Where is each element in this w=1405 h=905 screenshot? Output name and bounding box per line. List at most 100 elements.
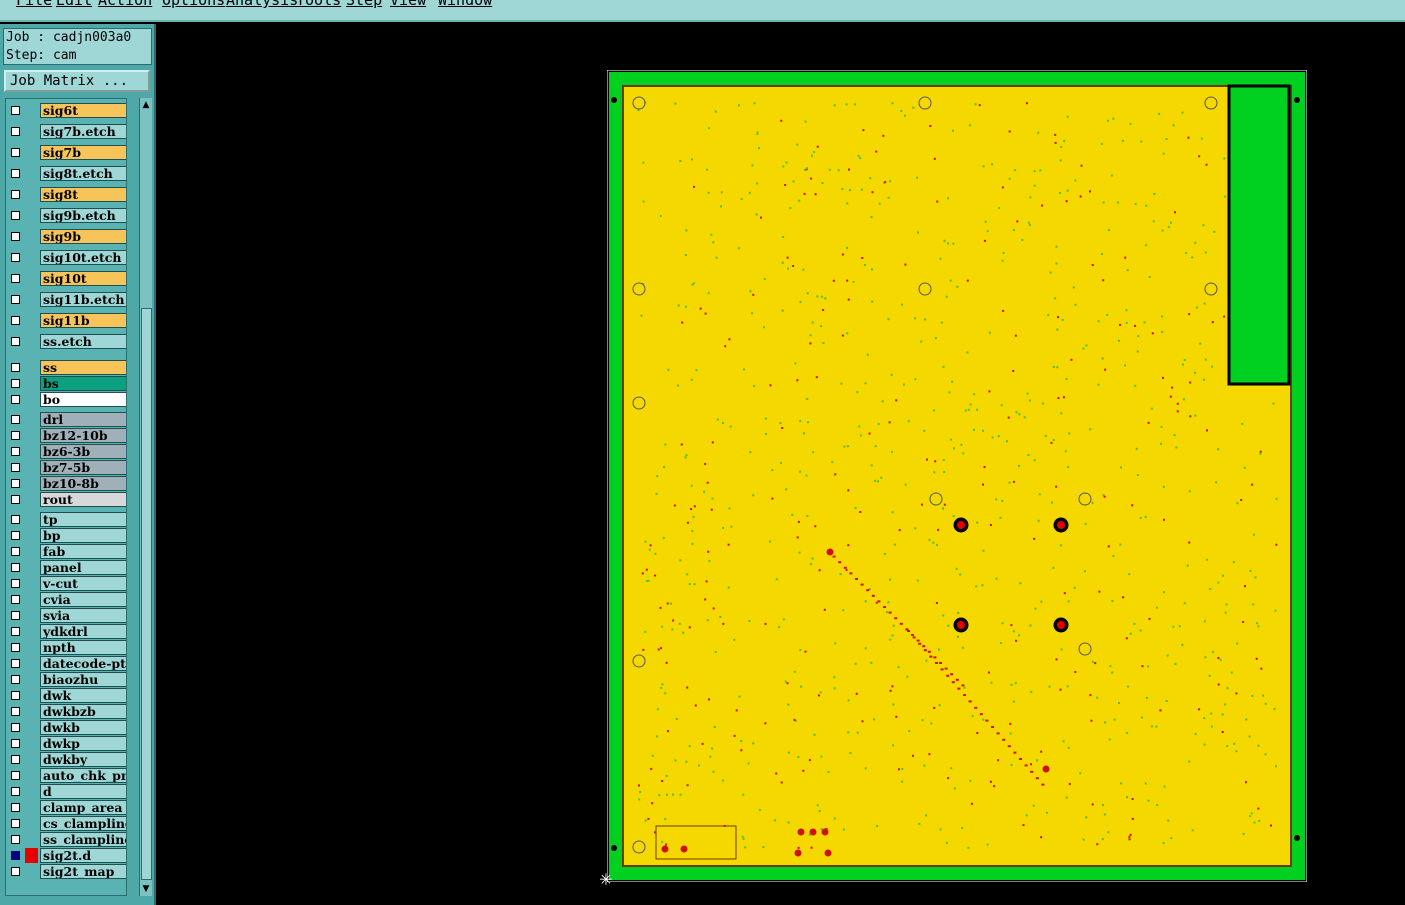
layer-checkbox[interactable] [11, 515, 20, 524]
layer-checkbox[interactable] [11, 659, 20, 668]
layer-row[interactable]: bp [6, 528, 126, 543]
layer-row[interactable]: dwkby [6, 752, 126, 767]
layer-checkbox[interactable] [11, 819, 20, 828]
menu-tools[interactable]: Tools [296, 0, 341, 9]
layer-name[interactable]: sig8t.etch [40, 166, 126, 181]
layer-row[interactable]: d [6, 784, 126, 799]
layer-name[interactable]: sig6t [40, 103, 126, 118]
layer-name[interactable]: panel [40, 560, 126, 575]
layer-row[interactable]: svia [6, 608, 126, 623]
layer-name[interactable]: sig10t [40, 271, 126, 286]
layer-name[interactable]: svia [40, 608, 126, 623]
layer-checkbox[interactable] [11, 479, 20, 488]
layer-row[interactable]: fab [6, 544, 126, 559]
menu-analysis[interactable]: Analysis [226, 0, 298, 9]
layer-checkbox[interactable] [11, 755, 20, 764]
layer-row[interactable]: sig7b [6, 145, 126, 160]
layer-name[interactable]: cs_clampline [40, 816, 126, 831]
layer-checkbox[interactable] [11, 253, 20, 262]
layer-name[interactable]: ss [40, 360, 126, 375]
layer-name[interactable]: sig9b.etch [40, 208, 126, 223]
layer-row[interactable]: cs_clampline [6, 816, 126, 831]
layer-row[interactable]: sig6t [6, 103, 126, 118]
layer-row[interactable]: bs [6, 376, 126, 391]
layer-name[interactable]: ss_clampline [40, 832, 126, 847]
layer-checkbox[interactable] [11, 707, 20, 716]
layer-row[interactable]: cvia [6, 592, 126, 607]
layer-row[interactable]: bz6-3b [6, 444, 126, 459]
layer-checkbox[interactable] [11, 627, 20, 636]
layer-name[interactable]: bs [40, 376, 126, 391]
layer-name[interactable]: bz12-10b [40, 428, 126, 443]
layer-row[interactable]: bz12-10b [6, 428, 126, 443]
layer-checkbox[interactable] [11, 675, 20, 684]
layer-row[interactable]: ss.etch [6, 334, 126, 349]
menu-action[interactable]: Action [98, 0, 152, 9]
layer-name[interactable]: sig7b.etch [40, 124, 126, 139]
layer-name[interactable]: tp [40, 512, 126, 527]
layer-row[interactable]: npth [6, 640, 126, 655]
layer-name[interactable]: dwkp [40, 736, 126, 751]
layer-checkbox[interactable] [11, 611, 20, 620]
layer-row[interactable]: auto_chk_pnl [6, 768, 126, 783]
layer-row[interactable]: datecode-ptc [6, 656, 126, 671]
layer-checkbox[interactable] [11, 547, 20, 556]
layer-checkbox[interactable] [11, 851, 20, 860]
layer-row[interactable]: sig9b.etch [6, 208, 126, 223]
layer-checkbox[interactable] [11, 295, 20, 304]
layer-name[interactable]: sig2t.d [40, 848, 126, 863]
layer-checkbox[interactable] [11, 190, 20, 199]
layer-checkbox[interactable] [11, 463, 20, 472]
layer-row[interactable]: sig8t.etch [6, 166, 126, 181]
layer-checkbox[interactable] [11, 169, 20, 178]
layer-checkbox[interactable] [11, 563, 20, 572]
layer-row[interactable]: rout [6, 492, 126, 507]
layer-name[interactable]: fab [40, 544, 126, 559]
layer-row[interactable]: sig11b.etch [6, 292, 126, 307]
layer-checkbox[interactable] [11, 531, 20, 540]
layer-name[interactable]: bp [40, 528, 126, 543]
pcb-graphic-view[interactable] [607, 70, 1307, 882]
layer-row[interactable]: sig9b [6, 229, 126, 244]
layer-row[interactable]: sig7b.etch [6, 124, 126, 139]
layer-name[interactable]: sig7b [40, 145, 126, 160]
layer-row[interactable]: bo [6, 392, 126, 407]
layer-name[interactable]: sig9b [40, 229, 126, 244]
layer-name[interactable]: rout [40, 492, 126, 507]
layer-row[interactable]: sig8t [6, 187, 126, 202]
layer-name[interactable]: dwk [40, 688, 126, 703]
layer-checkbox[interactable] [11, 595, 20, 604]
layer-row[interactable]: tp [6, 512, 126, 527]
layer-checkbox[interactable] [11, 106, 20, 115]
layer-row[interactable]: dwkp [6, 736, 126, 751]
layer-row[interactable]: ss_clampline [6, 832, 126, 847]
layer-name[interactable]: ydkdrl [40, 624, 126, 639]
layer-checkbox[interactable] [11, 395, 20, 404]
layer-name[interactable]: bz7-5b [40, 460, 126, 475]
layer-name[interactable]: clamp_area [40, 800, 126, 815]
layer-name[interactable]: bo [40, 392, 126, 407]
layer-checkbox[interactable] [11, 787, 20, 796]
layer-checkbox[interactable] [11, 579, 20, 588]
menu-edit[interactable]: Edit [56, 0, 92, 9]
layer-checkbox[interactable] [11, 431, 20, 440]
layer-row[interactable]: dwkb [6, 720, 126, 735]
layer-checkbox[interactable] [11, 316, 20, 325]
layer-name[interactable]: sig10t.etch [40, 250, 126, 265]
layer-name[interactable]: dwkby [40, 752, 126, 767]
layer-checkbox[interactable] [11, 835, 20, 844]
layer-list-scrollbar[interactable]: ▲ ▼ [139, 98, 152, 896]
layer-checkbox[interactable] [11, 148, 20, 157]
layer-checkbox[interactable] [11, 232, 20, 241]
menu-step[interactable]: Step [346, 0, 382, 9]
layer-row[interactable]: biaozhu [6, 672, 126, 687]
menu-view[interactable]: View [390, 0, 426, 9]
triangle-down-icon[interactable]: ▼ [141, 884, 151, 894]
layer-checkbox[interactable] [11, 803, 20, 812]
layer-row[interactable]: dwk [6, 688, 126, 703]
layer-name[interactable]: cvia [40, 592, 126, 607]
layer-row[interactable]: ss [6, 360, 126, 375]
layer-name[interactable]: sig11b [40, 313, 126, 328]
layer-row[interactable]: sig11b [6, 313, 126, 328]
layer-row[interactable]: bz10-8b [6, 476, 126, 491]
